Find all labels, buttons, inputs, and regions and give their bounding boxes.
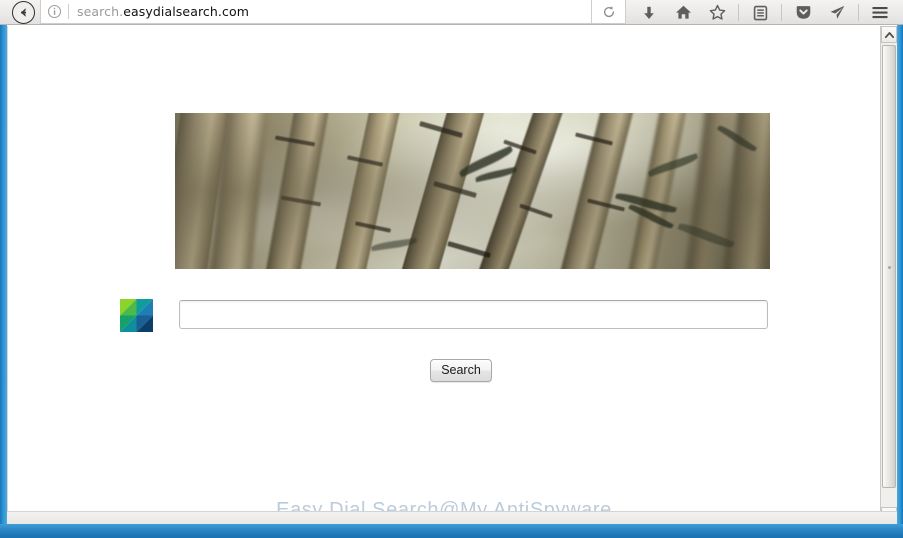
browser-window: search.easydialsearch.com Search Easy Di… [0, 0, 903, 538]
home-icon[interactable] [666, 0, 700, 25]
back-button[interactable] [12, 1, 35, 24]
send-tab-icon[interactable] [820, 0, 854, 25]
clipboard-library-icon [753, 5, 767, 20]
toolbar-separator [781, 4, 782, 21]
paper-plane-icon [830, 5, 844, 19]
scrollbar-up-arrow[interactable] [881, 26, 897, 43]
easy-dial-search-logo [120, 299, 153, 332]
library-icon[interactable] [743, 0, 777, 25]
hamburger-lines-icon [872, 7, 888, 19]
downloads-icon[interactable] [632, 0, 666, 25]
search-input[interactable] [179, 300, 768, 329]
download-arrow-icon [644, 6, 654, 19]
back-arrow-icon [21, 8, 26, 17]
url-domain-part: easydialsearch.com [123, 4, 249, 19]
search-button[interactable]: Search [430, 359, 492, 382]
window-border-right [897, 25, 903, 538]
logo-squares-icon [120, 299, 153, 332]
bamboo-banner-image [175, 113, 770, 269]
hamburger-menu-icon[interactable] [863, 0, 897, 25]
reload-icon [603, 5, 614, 17]
reload-button[interactable] [592, 0, 626, 24]
page-content: Search Easy Dial Search@My AntiSpyware [8, 26, 880, 524]
url-scheme-part: search. [77, 4, 124, 19]
info-circle-icon[interactable] [47, 4, 62, 19]
toolbar-icon-group [632, 0, 897, 25]
chevron-up-icon [884, 31, 894, 38]
url-separator [68, 4, 69, 19]
vertical-scrollbar[interactable] [880, 26, 897, 524]
home-house-icon [675, 5, 691, 19]
window-border-bottom [0, 524, 903, 538]
page-viewport: Search Easy Dial Search@My AntiSpyware [7, 26, 880, 524]
scrollbar-grip [888, 265, 891, 269]
scrollbar-thumb[interactable] [882, 45, 896, 488]
navigation-toolbar: search.easydialsearch.com [0, 0, 903, 25]
pocket-icon[interactable] [786, 0, 820, 25]
toolbar-separator [738, 4, 739, 21]
window-border-left [0, 25, 7, 538]
toolbar-separator [858, 4, 859, 21]
pocket-shield-icon [796, 6, 810, 19]
star-outline-icon [709, 4, 725, 20]
url-bar[interactable]: search.easydialsearch.com [40, 0, 592, 24]
url-text: search.easydialsearch.com [77, 4, 249, 19]
status-strip [7, 511, 897, 524]
bookmark-star-icon[interactable] [700, 0, 734, 25]
